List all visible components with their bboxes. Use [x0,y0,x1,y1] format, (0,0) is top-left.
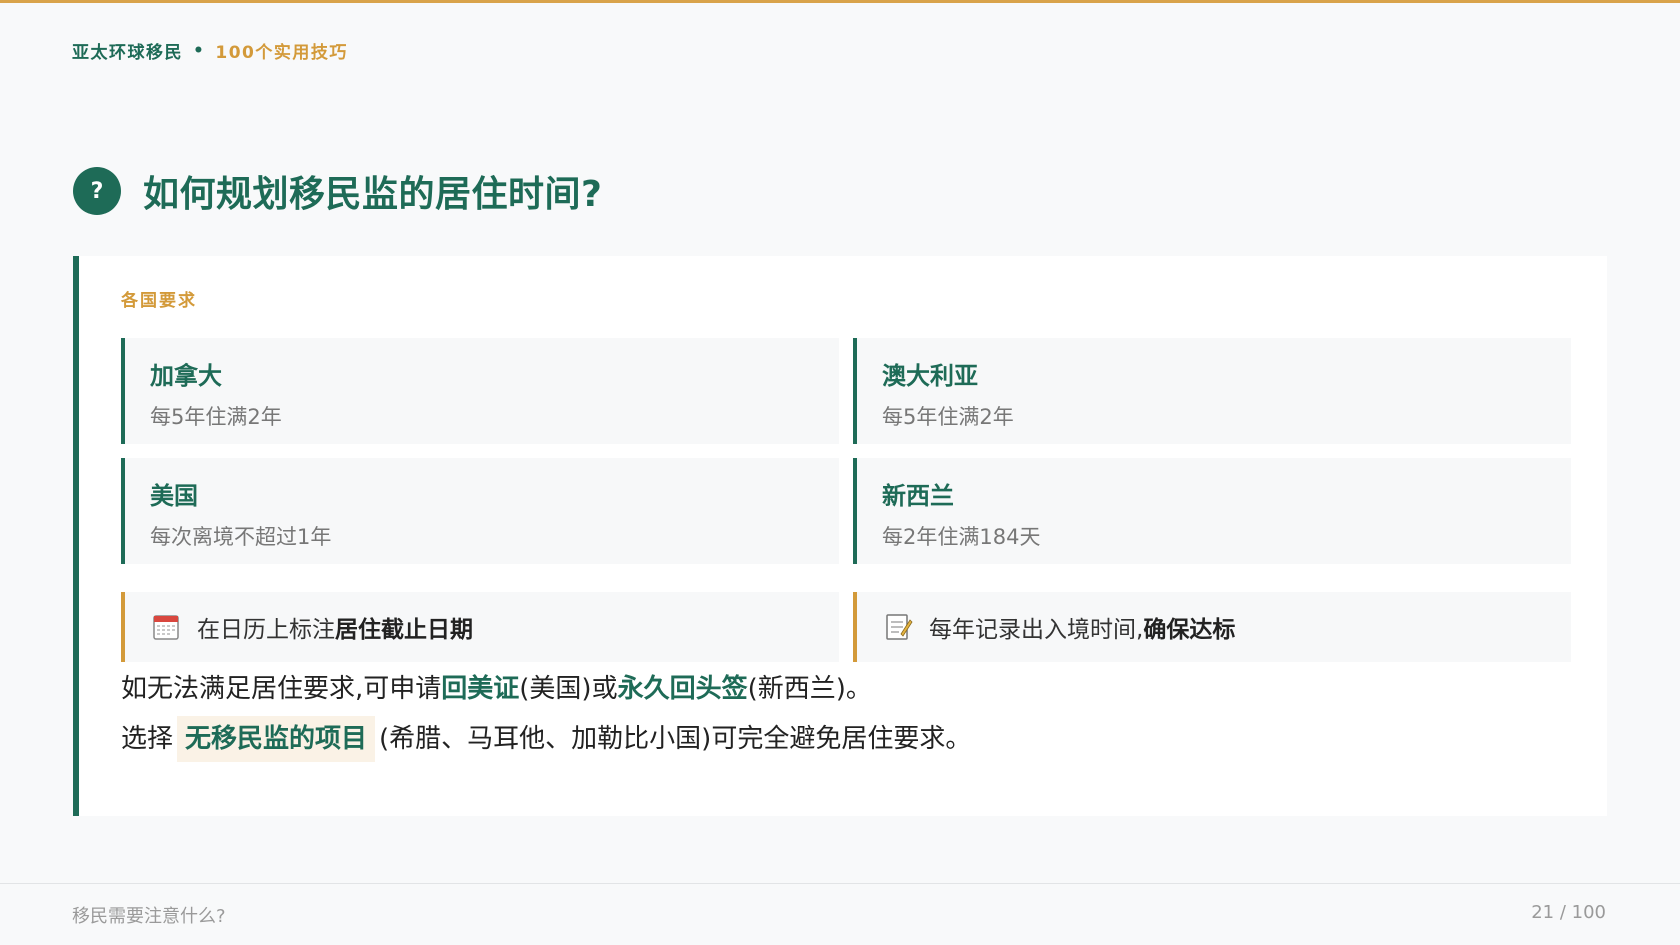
highlight-returning-resident: 回美证 [441,674,520,704]
note-line-1: 如无法满足居住要求,可申请回美证(美国)或永久回头签(新西兰)。 [121,664,971,714]
tip-text: 在日历上标注 [197,617,335,643]
note-text: 选择 [121,724,174,754]
footer-topic: 移民需要注意什么? [72,906,226,927]
highlight-permanent-return-visa: 永久回头签 [617,674,748,704]
section-label: 各国要求 [121,291,197,311]
brand-separator: • [193,40,206,61]
country-rule: 每5年住满2年 [882,405,1014,429]
country-rule: 每次离境不超过1年 [150,525,332,549]
note-text: 如无法满足居住要求,可申请 [121,674,442,704]
tips-row: 在日历上标注 居住截止日期 每年记录出入境时间, 确保达标 [121,592,1571,662]
country-name: 澳大利亚 [882,362,978,390]
page-title: 如何规划移民监的居住时间? [143,174,603,215]
country-card-canada: 加拿大 每5年住满2年 [121,338,839,444]
country-card-new-zealand: 新西兰 每2年住满184天 [853,458,1571,564]
content-card: 各国要求 加拿大 每5年住满2年 澳大利亚 每5年住满2年 美国 每次离境不超过… [73,256,1607,816]
note-text: (新西兰)。 [747,674,872,704]
question-mark-icon: ? [73,167,121,215]
series-name: 100个实用技巧 [215,43,348,63]
highlight-no-residency-projects: 无移民监的项目 [177,716,376,762]
country-name: 加拿大 [150,362,222,390]
page-number: 21 / 100 [1531,902,1606,923]
memo-icon [886,614,913,640]
country-card-australia: 澳大利亚 每5年住满2年 [853,338,1571,444]
country-card-usa: 美国 每次离境不超过1年 [121,458,839,564]
note-line-2: 选择 无移民监的项目 (希腊、马耳他、加勒比小国)可完全避免居住要求。 [121,714,971,764]
tip-emphasis: 确保达标 [1143,617,1236,643]
footer-divider [0,883,1680,884]
org-name: 亚太环球移民 [72,43,183,63]
top-accent-rule [0,0,1680,3]
country-name: 美国 [150,482,198,510]
note-text: (美国)或 [519,674,618,704]
question-heading: ? 如何规划移民监的居住时间? [73,165,602,217]
tip-emphasis: 居住截止日期 [335,617,473,643]
tip-calendar: 在日历上标注 居住截止日期 [121,592,839,662]
country-grid: 加拿大 每5年住满2年 澳大利亚 每5年住满2年 美国 每次离境不超过1年 新西… [121,338,1571,564]
country-rule: 每5年住满2年 [150,405,282,429]
note-text: (希腊、马耳他、加勒比小国)可完全避免居住要求。 [379,724,972,754]
tip-text: 每年记录出入境时间, [929,617,1144,643]
tip-record: 每年记录出入境时间, 确保达标 [853,592,1571,662]
brand-header: 亚太环球移民 • 100个实用技巧 [72,38,348,64]
calendar-icon [153,615,179,640]
country-name: 新西兰 [882,482,954,510]
notes: 如无法满足居住要求,可申请回美证(美国)或永久回头签(新西兰)。 选择 无移民监的… [121,664,971,764]
country-rule: 每2年住满184天 [882,525,1041,549]
